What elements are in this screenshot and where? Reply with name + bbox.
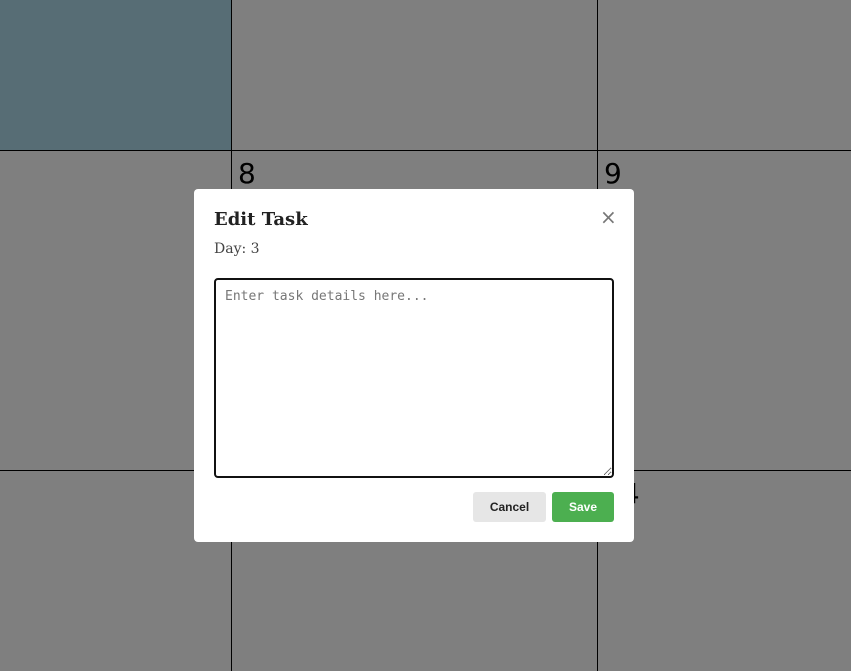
cancel-button[interactable]: Cancel — [473, 492, 546, 522]
task-details-input[interactable] — [214, 278, 614, 478]
save-button[interactable]: Save — [552, 492, 614, 522]
day-label: Day: 3 — [214, 241, 260, 257]
modal-title: Edit Task — [214, 209, 308, 230]
edit-task-modal: Edit Task × Day: 3 Cancel Save — [194, 189, 634, 542]
close-icon[interactable]: × — [600, 207, 617, 227]
